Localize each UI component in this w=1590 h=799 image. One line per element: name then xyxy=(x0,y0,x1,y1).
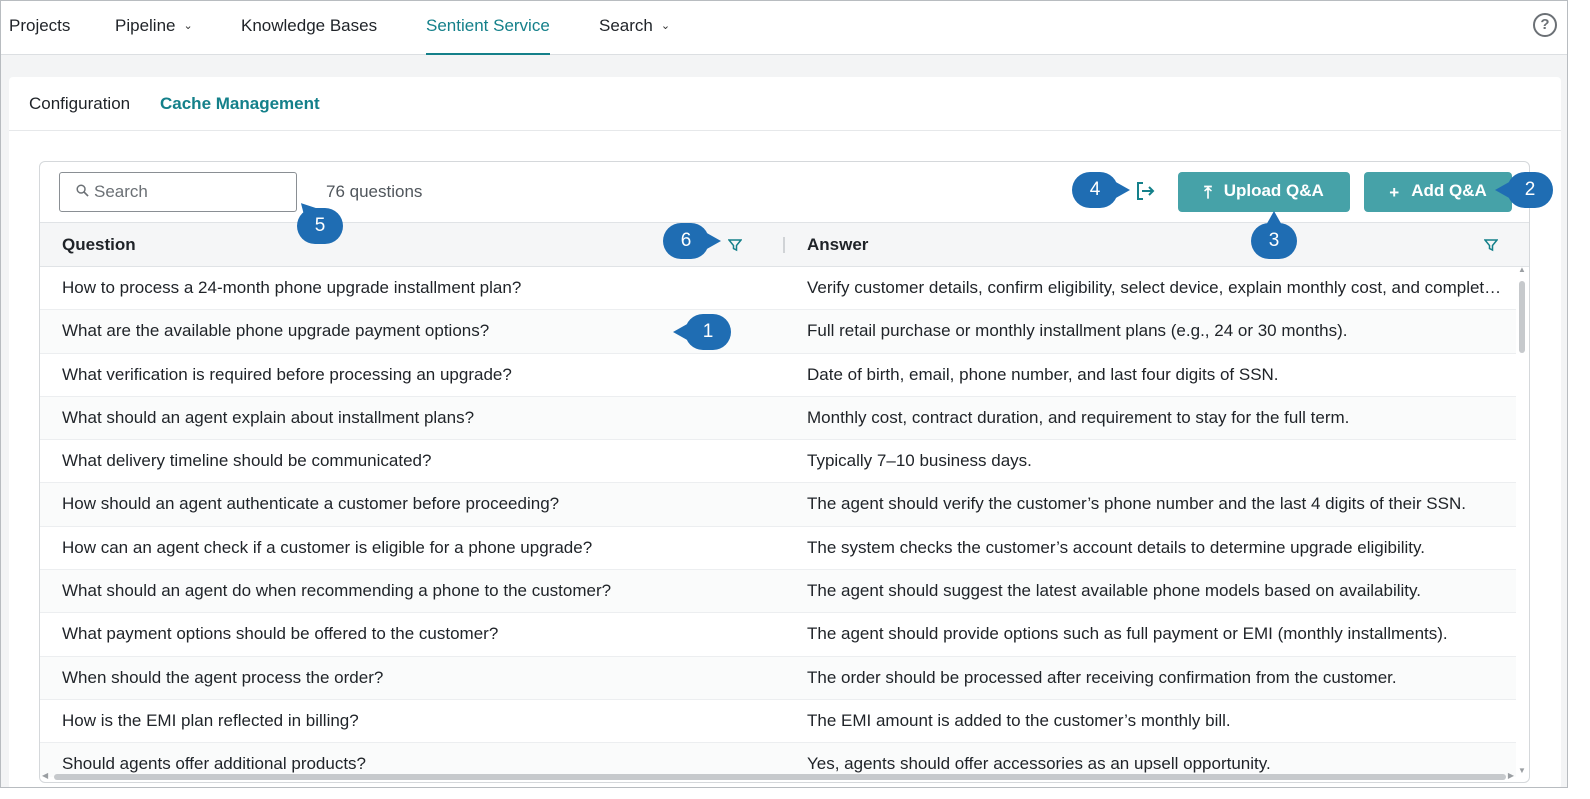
callout-2: 2 xyxy=(1495,172,1553,208)
column-header-answer[interactable]: Answer xyxy=(807,235,868,255)
search-icon xyxy=(76,184,89,197)
subtab-bar: Configuration Cache Management xyxy=(9,77,1561,131)
answer-cell: The agent should verify the customer’s p… xyxy=(807,494,1466,514)
scroll-down-arrow-icon[interactable]: ▼ xyxy=(1518,766,1526,775)
question-count: 76 questions xyxy=(326,182,423,201)
table-row[interactable]: How should an agent authenticate a custo… xyxy=(40,483,1516,527)
top-navigation: Projects Pipeline ⌄ Knowledge Bases Senti… xyxy=(1,1,1567,55)
tab-configuration[interactable]: Configuration xyxy=(29,94,130,114)
filter-icon[interactable] xyxy=(728,238,742,252)
chevron-down-icon: ⌄ xyxy=(183,20,193,32)
callout-3: 3 xyxy=(1251,211,1297,259)
callout-1: 1 xyxy=(673,314,731,350)
question-cell: What delivery timeline should be communi… xyxy=(62,451,432,471)
question-cell: How can an agent check if a customer is … xyxy=(62,537,593,557)
table-row[interactable]: What should an agent explain about insta… xyxy=(40,396,1516,441)
answer-cell: The system checks the customer’s account… xyxy=(807,537,1425,557)
table-row[interactable]: When should the agent process the order?… xyxy=(40,656,1516,700)
callout-5: 5 xyxy=(297,208,343,244)
upload-icon: ⤒ xyxy=(1204,183,1212,202)
table-header: Question Answer xyxy=(40,222,1529,267)
answer-cell: Monthly cost, contract duration, and req… xyxy=(807,407,1350,427)
table-row[interactable]: What should an agent do when recommendin… xyxy=(40,570,1516,614)
answer-cell: The agent should suggest the latest avai… xyxy=(807,581,1421,601)
answer-cell: Date of birth, email, phone number, and … xyxy=(807,364,1279,384)
nav-item-sentient-service[interactable]: Sentient Service xyxy=(426,1,550,55)
table-body: How to process a 24-month phone upgrade … xyxy=(40,267,1516,777)
export-icon[interactable] xyxy=(1134,180,1156,202)
answer-cell: The agent should provide options such as… xyxy=(807,624,1448,644)
table-row[interactable]: How is the EMI plan reflected in billing… xyxy=(40,700,1516,744)
scroll-up-arrow-icon[interactable]: ▲ xyxy=(1518,265,1526,274)
scroll-left-arrow-icon[interactable]: ◀ xyxy=(42,771,48,780)
plus-icon: + xyxy=(1389,183,1400,202)
nav-item-knowledge-bases[interactable]: Knowledge Bases xyxy=(241,1,377,55)
question-cell: What should an agent do when recommendin… xyxy=(62,581,612,601)
question-cell: How to process a 24-month phone upgrade … xyxy=(62,278,522,297)
upload-qa-button[interactable]: ⤒ Upload Q&A xyxy=(1178,172,1350,212)
question-cell: What are the available phone upgrade pay… xyxy=(62,321,490,341)
question-cell: When should the agent process the order? xyxy=(62,667,384,687)
column-divider[interactable] xyxy=(783,237,785,253)
add-qa-button[interactable]: + Add Q&A xyxy=(1364,172,1512,212)
qa-table-card: 76 questions ⤒Upload Q&A +Add Q&A Questi… xyxy=(39,161,1530,783)
callout-4: 4 xyxy=(1072,172,1130,208)
answer-cell: The order should be processed after rece… xyxy=(807,667,1397,687)
tab-cache-management[interactable]: Cache Management xyxy=(160,94,320,114)
app-window: Projects Pipeline ⌄ Knowledge Bases Senti… xyxy=(0,0,1568,788)
scroll-right-arrow-icon[interactable]: ▶ xyxy=(1508,771,1514,780)
callout-6: 6 xyxy=(663,223,721,259)
table-row[interactable]: How can an agent check if a customer is … xyxy=(40,527,1516,571)
table-row[interactable]: How to process a 24-month phone upgrade … xyxy=(40,267,1516,311)
vertical-scrollbar[interactable]: ▲ ▼ xyxy=(1517,265,1527,775)
table-row[interactable]: What payment options should be offered t… xyxy=(40,613,1516,657)
scrollbar-thumb[interactable] xyxy=(1519,281,1525,353)
filter-icon[interactable] xyxy=(1484,238,1498,252)
search-box xyxy=(59,172,297,212)
table-row[interactable]: What verification is required before pro… xyxy=(40,354,1516,397)
content-panel: Configuration Cache Management 76 questi… xyxy=(9,77,1561,787)
table-row[interactable]: What delivery timeline should be communi… xyxy=(40,440,1516,484)
question-cell: How should an agent authenticate a custo… xyxy=(62,494,560,514)
nav-item-projects[interactable]: Projects xyxy=(9,1,70,55)
question-cell: How is the EMI plan reflected in billing… xyxy=(62,710,359,730)
answer-cell: Verify customer details, confirm eligibi… xyxy=(807,278,1507,297)
column-header-question[interactable]: Question xyxy=(62,235,136,255)
question-cell: What should an agent explain about insta… xyxy=(62,407,475,427)
search-input[interactable] xyxy=(94,181,289,203)
answer-cell: Full retail purchase or monthly installm… xyxy=(807,321,1348,341)
question-cell: What verification is required before pro… xyxy=(62,364,512,384)
answer-cell: The EMI amount is added to the customer’… xyxy=(807,710,1231,730)
question-cell: What payment options should be offered t… xyxy=(62,624,499,644)
scrollbar-thumb[interactable] xyxy=(54,774,1506,780)
horizontal-scrollbar[interactable]: ◀ ▶ xyxy=(40,771,1516,782)
answer-cell: Typically 7–10 business days. xyxy=(807,451,1032,471)
table-row[interactable]: What are the available phone upgrade pay… xyxy=(40,310,1516,354)
nav-item-search[interactable]: Search ⌄ xyxy=(599,1,670,55)
help-icon[interactable]: ? xyxy=(1533,13,1557,37)
chevron-down-icon: ⌄ xyxy=(660,20,671,32)
nav-item-pipeline[interactable]: Pipeline ⌄ xyxy=(115,1,193,55)
